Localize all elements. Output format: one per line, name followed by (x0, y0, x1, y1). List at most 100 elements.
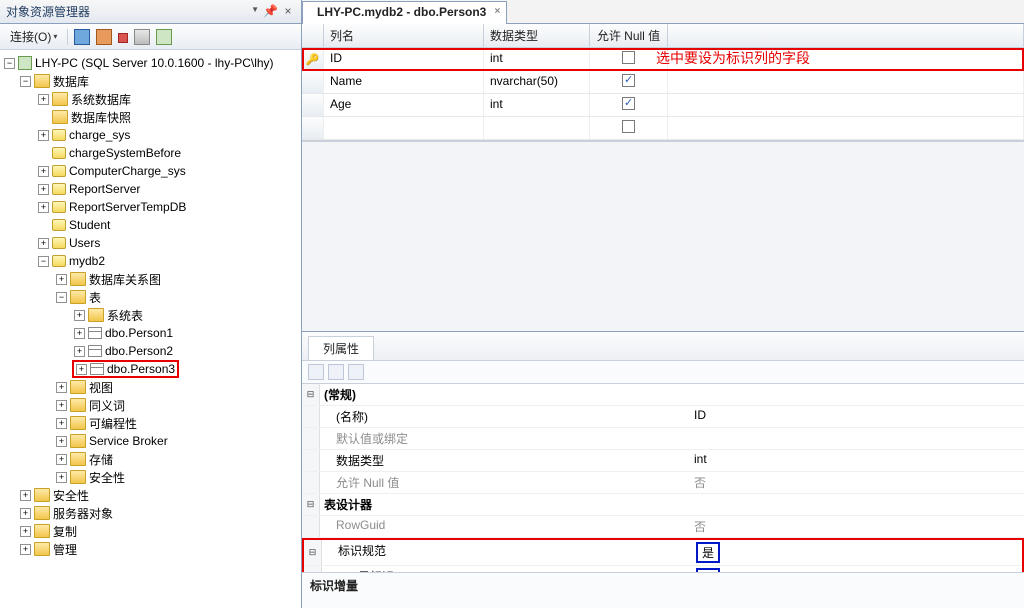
header-data-type[interactable]: 数据类型 (484, 24, 590, 47)
header-allow-null[interactable]: 允许 Null 值 (590, 24, 668, 47)
cell-null[interactable] (590, 117, 668, 139)
expander-icon[interactable]: − (20, 76, 31, 87)
filter-icon[interactable] (134, 29, 150, 45)
cell-type[interactable] (484, 117, 590, 139)
expander-icon[interactable]: − (4, 58, 15, 69)
tree-node[interactable]: +安全性 (2, 468, 299, 486)
tree-node[interactable]: Student (2, 216, 299, 234)
object-tree[interactable]: − LHY-PC (SQL Server 10.0.1600 - lhy-PC\… (0, 50, 301, 608)
alphabetical-icon[interactable] (328, 364, 344, 380)
table-node-person2[interactable]: +dbo.Person2 (2, 342, 299, 360)
tree-node[interactable]: +数据库关系图 (2, 270, 299, 288)
cell-name[interactable]: ID (324, 48, 484, 70)
tree-node[interactable]: 数据库快照 (2, 108, 299, 126)
props-pages-icon[interactable] (348, 364, 364, 380)
column-row-name[interactable]: Name nvarchar(50) (302, 71, 1024, 94)
cell-name[interactable]: Name (324, 71, 484, 93)
checkbox[interactable] (622, 97, 635, 110)
prop-category-designer[interactable]: ⊟表设计器 (302, 494, 1024, 516)
database-icon (52, 255, 66, 267)
prop-name[interactable]: (名称)ID (302, 406, 1024, 428)
tree-node[interactable]: +ReportServer (2, 180, 299, 198)
close-tab-icon[interactable]: × (495, 6, 501, 17)
prop-category-general[interactable]: ⊟(常规) (302, 384, 1024, 406)
tree-node[interactable]: +Service Broker (2, 432, 299, 450)
tree-node[interactable]: +复制 (2, 522, 299, 540)
folder-icon (88, 308, 104, 322)
column-row-empty[interactable] (302, 117, 1024, 140)
cell-name[interactable] (324, 117, 484, 139)
prop-is-identity[interactable]: (是标识)是 (304, 566, 1022, 573)
tree-label: LHY-PC (SQL Server 10.0.1600 - lhy-PC\lh… (35, 56, 274, 70)
tree-label: ReportServer (69, 182, 140, 196)
prop-datatype[interactable]: 数据类型int (302, 450, 1024, 472)
checkbox[interactable] (622, 74, 635, 87)
tree-node[interactable]: chargeSystemBefore (2, 144, 299, 162)
databases-node[interactable]: − 数据库 (2, 72, 299, 90)
tree-node[interactable]: +系统表 (2, 306, 299, 324)
column-properties-tab[interactable]: 列属性 (308, 336, 374, 360)
property-grid[interactable]: ⊟(常规) (名称)ID 默认值或绑定 数据类型int 允许 Null 值否 ⊟… (302, 384, 1024, 573)
tree-node[interactable]: +同义词 (2, 396, 299, 414)
folder-icon (34, 74, 50, 88)
tree-node[interactable]: +视图 (2, 378, 299, 396)
tree-label: dbo.Person2 (105, 344, 173, 358)
database-icon (52, 183, 66, 195)
tree-node[interactable]: +系统数据库 (2, 90, 299, 108)
cell-null[interactable] (590, 94, 668, 116)
tree-label: 复制 (53, 523, 77, 540)
panel-title-bar: 对象资源管理器 ▼ 📌 × (0, 0, 301, 24)
tree-label: charge_sys (69, 128, 130, 142)
panel-title: 对象资源管理器 (6, 3, 90, 20)
tree-node[interactable]: +可编程性 (2, 414, 299, 432)
document-tab[interactable]: LHY-PC.mydb2 - dbo.Person3 × (302, 1, 507, 24)
tree-label: 视图 (89, 379, 113, 396)
tree-node[interactable]: +服务器对象 (2, 504, 299, 522)
designer-panel: LHY-PC.mydb2 - dbo.Person3 × 列名 数据类型 允许 … (302, 0, 1024, 608)
cell-type[interactable]: int (484, 48, 590, 70)
refresh-icon[interactable] (156, 29, 172, 45)
tree-label: mydb2 (69, 254, 105, 268)
cell-type[interactable]: int (484, 94, 590, 116)
tree-label: 服务器对象 (53, 505, 113, 522)
annotation-text: 选中要设为标识列的字段 (656, 48, 810, 68)
header-column-name[interactable]: 列名 (324, 24, 484, 47)
folder-icon (70, 452, 86, 466)
pin-icon[interactable]: 📌 (263, 5, 277, 19)
categorized-icon[interactable] (308, 364, 324, 380)
server-node[interactable]: − LHY-PC (SQL Server 10.0.1600 - lhy-PC\… (2, 54, 299, 72)
tree-label: Student (69, 218, 110, 232)
prop-allow-null[interactable]: 允许 Null 值否 (302, 472, 1024, 494)
tree-label: ComputerCharge_sys (69, 164, 186, 178)
tables-node[interactable]: −表 (2, 288, 299, 306)
checkbox[interactable] (622, 51, 635, 64)
cell-name[interactable]: Age (324, 94, 484, 116)
disconnect-icon[interactable] (96, 29, 112, 45)
stop-icon[interactable] (118, 33, 128, 43)
identity-spec-group: ⊟标识规范是 (是标识)是 标识增量1 标识种子1 不用于复制否 大小4 (302, 538, 1024, 573)
close-panel-icon[interactable]: × (281, 5, 295, 19)
prop-default[interactable]: 默认值或绑定 (302, 428, 1024, 450)
tree-node[interactable]: +Users (2, 234, 299, 252)
mydb2-node[interactable]: −mydb2 (2, 252, 299, 270)
checkbox[interactable] (622, 120, 635, 133)
cell-null[interactable] (590, 71, 668, 93)
connect-icon[interactable] (74, 29, 90, 45)
folder-icon (70, 416, 86, 430)
cell-type[interactable]: nvarchar(50) (484, 71, 590, 93)
table-node-person3[interactable]: +dbo.Person3 (2, 360, 299, 378)
column-row-age[interactable]: Age int (302, 94, 1024, 117)
tree-node[interactable]: +charge_sys (2, 126, 299, 144)
tree-node[interactable]: +ReportServerTempDB (2, 198, 299, 216)
folder-icon (34, 542, 50, 556)
tree-node[interactable]: +存储 (2, 450, 299, 468)
table-node-person1[interactable]: +dbo.Person1 (2, 324, 299, 342)
tree-node[interactable]: +管理 (2, 540, 299, 558)
prop-identity-spec[interactable]: ⊟标识规范是 (304, 540, 1022, 566)
connect-button[interactable]: 连接(O)▾ (6, 27, 61, 46)
tree-node[interactable]: +ComputerCharge_sys (2, 162, 299, 180)
prop-rowguid[interactable]: RowGuid否 (302, 516, 1024, 538)
tree-label: ReportServerTempDB (69, 200, 186, 214)
dropdown-icon[interactable]: ▼ (251, 5, 259, 19)
tree-node[interactable]: +安全性 (2, 486, 299, 504)
